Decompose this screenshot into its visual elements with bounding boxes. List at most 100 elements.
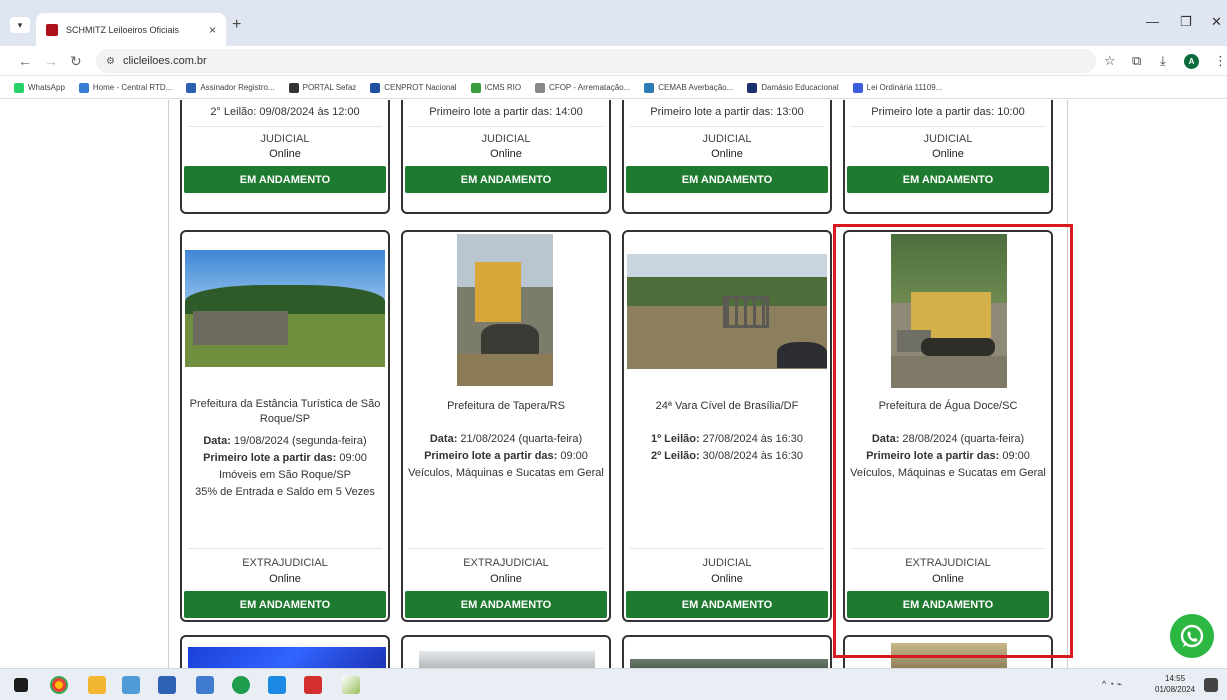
auction-card-partial[interactable] bbox=[401, 635, 611, 668]
tab-search-button[interactable]: ▾ bbox=[10, 17, 30, 33]
auction-info-line: Primeiro lote a partir das: 09:00 bbox=[849, 448, 1047, 465]
auction-info: Data: 19/08/2024 (segunda-feira) Primeiro… bbox=[182, 433, 388, 501]
bookmark-item[interactable]: CEMAB Averbação... bbox=[644, 82, 733, 93]
chrome-icon[interactable] bbox=[50, 676, 68, 694]
auction-info-line: 35% de Entrada e Saldo em 5 Vezes bbox=[186, 484, 384, 501]
card-divider bbox=[188, 548, 382, 549]
page-right-border bbox=[1067, 100, 1068, 668]
close-window-icon[interactable]: ✕ bbox=[1211, 14, 1222, 30]
status-button[interactable]: EM ANDAMENTO bbox=[847, 166, 1049, 193]
acrobat-icon[interactable] bbox=[304, 676, 322, 694]
auction-type: EXTRAJUDICIAL bbox=[463, 557, 549, 569]
bookmark-label: CENPROT Nacional bbox=[384, 83, 457, 92]
bookmark-item[interactable]: WhatsApp bbox=[14, 82, 65, 93]
info-value: Imóveis em São Roque/SP bbox=[218, 469, 352, 481]
status-button[interactable]: EM ANDAMENTO bbox=[184, 591, 386, 618]
auction-mode: Online bbox=[490, 148, 522, 160]
auction-card-partial[interactable] bbox=[843, 635, 1053, 668]
auction-partial-line: Primeiro lote a partir das: 10:00 bbox=[871, 106, 1025, 118]
auction-card[interactable]: Primeiro lote a partir das: 14:00 JUDICI… bbox=[401, 100, 611, 214]
extensions-icon[interactable]: ⧉ bbox=[1132, 53, 1141, 69]
app-icon[interactable] bbox=[268, 676, 286, 694]
site-info-icon[interactable]: ⚙ bbox=[106, 56, 115, 67]
auction-info-line: Primeiro lote a partir das: 09:00 bbox=[407, 448, 605, 465]
minimize-icon[interactable]: — bbox=[1146, 14, 1159, 29]
restore-icon[interactable]: ❐ bbox=[1180, 14, 1192, 30]
status-button[interactable]: EM ANDAMENTO bbox=[405, 591, 607, 618]
bookmark-item[interactable]: ICMS RIO bbox=[470, 82, 521, 93]
auction-info-line: Primeiro lote a partir das: 09:00 bbox=[186, 450, 384, 467]
bookmark-item[interactable]: PORTAL Sefaz bbox=[288, 82, 356, 93]
auction-info-line: 1º Leilão: 27/08/2024 às 16:30 bbox=[628, 431, 826, 448]
system-tray[interactable]: ^ ◔ ⌁ bbox=[1102, 679, 1122, 690]
info-label: Data: bbox=[429, 433, 458, 445]
auction-mode: Online bbox=[269, 573, 301, 585]
bookmark-label: Damásio Educacional bbox=[761, 83, 839, 92]
new-tab-button[interactable]: + bbox=[232, 16, 241, 34]
back-icon[interactable]: ← bbox=[18, 53, 32, 69]
notifications-icon[interactable] bbox=[1204, 678, 1218, 692]
auction-card[interactable]: Primeiro lote a partir das: 10:00 JUDICI… bbox=[843, 100, 1053, 214]
address-bar[interactable]: ⚙ clicleiloes.com.br bbox=[96, 49, 1096, 73]
info-value: 27/08/2024 às 16:30 bbox=[699, 433, 803, 445]
auction-photo bbox=[630, 659, 828, 668]
info-value: 28/08/2024 (quarta-feira) bbox=[899, 433, 1025, 445]
bookmark-item[interactable]: CENPROT Nacional bbox=[370, 82, 457, 93]
system-clock[interactable]: 14:55 01/08/2024 bbox=[1155, 673, 1195, 695]
bookmarks-bar: WhatsApp Home - Central RTD... Assinador R… bbox=[0, 77, 1227, 99]
auction-card[interactable]: Prefeitura da Estância Turística de São … bbox=[180, 230, 390, 622]
bookmark-item[interactable]: Lei Ordinária 11109... bbox=[852, 82, 942, 93]
whatsapp-button[interactable] bbox=[1170, 614, 1214, 658]
whatsapp-icon bbox=[1180, 624, 1204, 648]
info-value: 09:00 bbox=[999, 450, 1030, 462]
auction-card[interactable]: Prefeitura de Tapera/RS Data: 21/08/2024… bbox=[401, 230, 611, 622]
info-value: Veículos, Máquinas e Sucatas em Geral bbox=[850, 467, 1046, 479]
status-button[interactable]: EM ANDAMENTO bbox=[626, 591, 828, 618]
auction-card[interactable]: 2° Leilão: 09/08/2024 às 12:00 JUDICIAL … bbox=[180, 100, 390, 214]
app-icon[interactable] bbox=[342, 676, 360, 694]
tab-close-icon[interactable]: × bbox=[209, 23, 216, 37]
auction-card-partial[interactable] bbox=[622, 635, 832, 668]
bookmark-item[interactable]: CFOP - Arrematação... bbox=[535, 82, 631, 93]
auction-card[interactable]: Primeiro lote a partir das: 13:00 JUDICI… bbox=[622, 100, 832, 214]
auction-info: Data: 21/08/2024 (quarta-feira) Primeiro … bbox=[403, 431, 609, 482]
card-divider bbox=[409, 548, 603, 549]
auction-type: EXTRAJUDICIAL bbox=[242, 557, 328, 569]
status-button[interactable]: EM ANDAMENTO bbox=[847, 591, 1049, 618]
browser-tab-bar: ▾ SCHMITZ Leiloeiros Oficiais × + — ❐ ✕ bbox=[0, 0, 1227, 46]
auction-type: JUDICIAL bbox=[923, 133, 973, 145]
bookmark-item[interactable]: Damásio Educacional bbox=[747, 82, 839, 93]
auction-info: Data: 28/08/2024 (quarta-feira) Primeiro … bbox=[845, 431, 1051, 482]
bookmark-item[interactable]: Assinador Registro... bbox=[186, 82, 275, 93]
download-icon[interactable]: ⤓ bbox=[1160, 53, 1166, 69]
info-value: 09:00 bbox=[557, 450, 588, 462]
app-icon[interactable] bbox=[158, 676, 176, 694]
forward-icon[interactable]: → bbox=[44, 53, 58, 69]
app-icon[interactable] bbox=[196, 676, 214, 694]
auction-card[interactable]: 24ª Vara Cível de Brasília/DF 1º Leilão:… bbox=[622, 230, 832, 622]
auction-photo bbox=[188, 647, 386, 668]
bookmark-star-icon[interactable]: ☆ bbox=[1104, 53, 1116, 69]
menu-icon[interactable]: ⋮ bbox=[1214, 53, 1227, 69]
auction-info-line: Data: 21/08/2024 (quarta-feira) bbox=[407, 431, 605, 448]
auction-card[interactable]: Prefeitura de Água Doce/SC Data: 28/08/2… bbox=[843, 230, 1053, 622]
bookmark-label: CFOP - Arrematação... bbox=[549, 83, 631, 92]
reload-icon[interactable]: ↻ bbox=[70, 53, 82, 70]
file-explorer-icon[interactable] bbox=[88, 676, 106, 694]
auction-info-line: Data: 19/08/2024 (segunda-feira) bbox=[186, 433, 384, 450]
bookmark-item[interactable]: Home - Central RTD... bbox=[78, 82, 172, 93]
card-divider bbox=[851, 548, 1045, 549]
app-icon[interactable] bbox=[122, 676, 140, 694]
bookmark-favicon-icon bbox=[288, 82, 299, 93]
whatsapp-taskbar-icon[interactable] bbox=[232, 676, 250, 694]
auction-card-partial[interactable] bbox=[180, 635, 390, 668]
auction-photo bbox=[419, 651, 595, 668]
status-button[interactable]: EM ANDAMENTO bbox=[626, 166, 828, 193]
browser-tab[interactable]: SCHMITZ Leiloeiros Oficiais × bbox=[36, 13, 226, 46]
info-value: 21/08/2024 (quarta-feira) bbox=[457, 433, 583, 445]
start-icon[interactable] bbox=[14, 678, 28, 692]
profile-avatar[interactable]: A bbox=[1184, 54, 1199, 69]
auction-info-line: Veículos, Máquinas e Sucatas em Geral bbox=[407, 465, 605, 482]
status-button[interactable]: EM ANDAMENTO bbox=[184, 166, 386, 193]
status-button[interactable]: EM ANDAMENTO bbox=[405, 166, 607, 193]
